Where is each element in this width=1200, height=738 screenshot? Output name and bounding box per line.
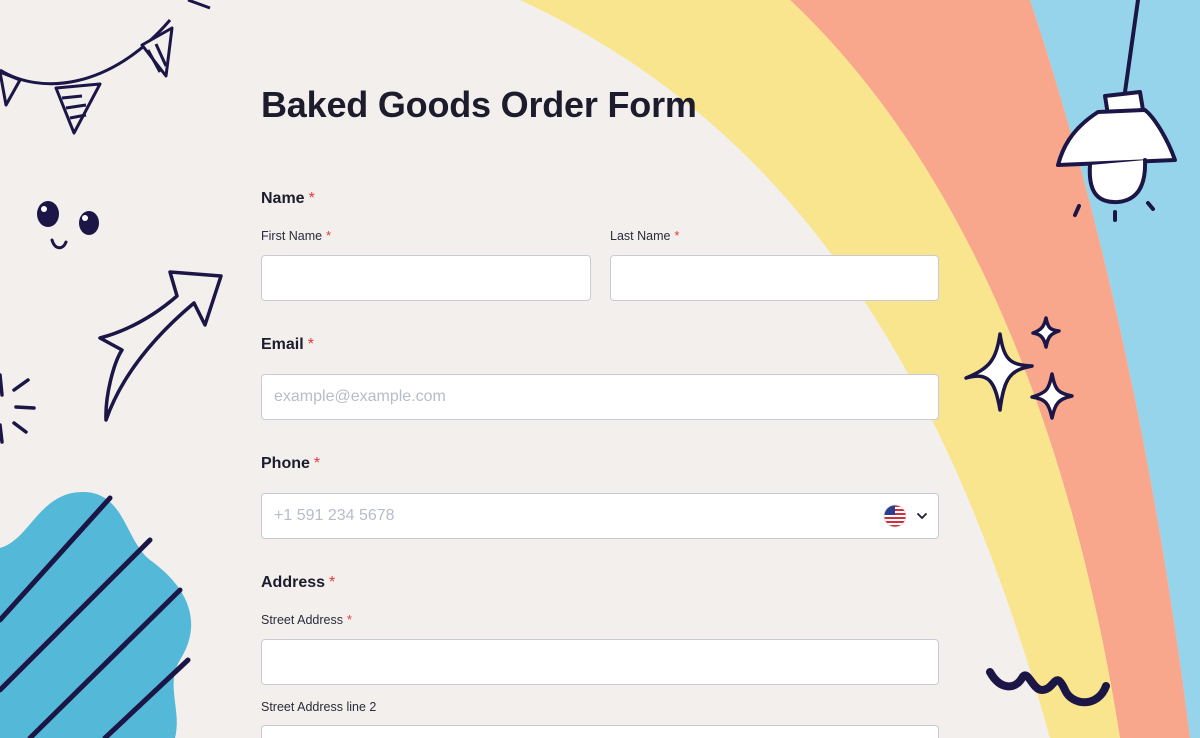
first-name-input[interactable] — [261, 255, 591, 301]
email-label: Email * — [261, 336, 314, 354]
first-name-label: First Name * — [261, 229, 331, 243]
last-name-input[interactable] — [610, 255, 939, 301]
required-mark: * — [329, 574, 336, 591]
bunting-icon — [0, 0, 211, 135]
us-flag-icon — [883, 504, 907, 528]
phone-label-text: Phone — [261, 455, 310, 472]
address-label: Address * — [261, 574, 335, 592]
country-selector[interactable] — [883, 503, 929, 529]
phone-label: Phone * — [261, 455, 320, 473]
required-mark: * — [307, 336, 314, 353]
first-name-label-text: First Name — [261, 229, 323, 243]
street-address-label-text: Street Address — [261, 613, 343, 627]
phone-input[interactable] — [261, 493, 939, 539]
street-address-input[interactable] — [261, 639, 939, 685]
email-input[interactable] — [261, 374, 939, 420]
street-address-line2-input[interactable] — [261, 725, 939, 738]
burst-lines-icon — [0, 373, 36, 444]
street-address-line2-label: Street Address line 2 — [261, 700, 377, 714]
required-mark: * — [313, 455, 321, 472]
face-icon — [37, 201, 99, 250]
name-label-text: Name — [261, 190, 305, 207]
blob-striped-icon — [0, 491, 192, 738]
chevron-down-icon — [917, 513, 927, 519]
arrow-doodle-icon — [98, 270, 223, 422]
last-name-label: Last Name * — [610, 229, 679, 243]
required-mark: * — [326, 229, 331, 243]
last-name-label-text: Last Name — [610, 229, 671, 243]
required-mark: * — [674, 229, 680, 243]
required-mark: * — [308, 190, 315, 207]
required-mark: * — [347, 613, 352, 627]
phone-field — [261, 493, 939, 539]
name-label: Name * — [261, 190, 315, 208]
address-label-text: Address — [261, 574, 326, 591]
email-label-text: Email — [261, 336, 304, 353]
street-address-label: Street Address * — [261, 613, 352, 627]
form-title: Baked Goods Order Form — [261, 84, 697, 125]
